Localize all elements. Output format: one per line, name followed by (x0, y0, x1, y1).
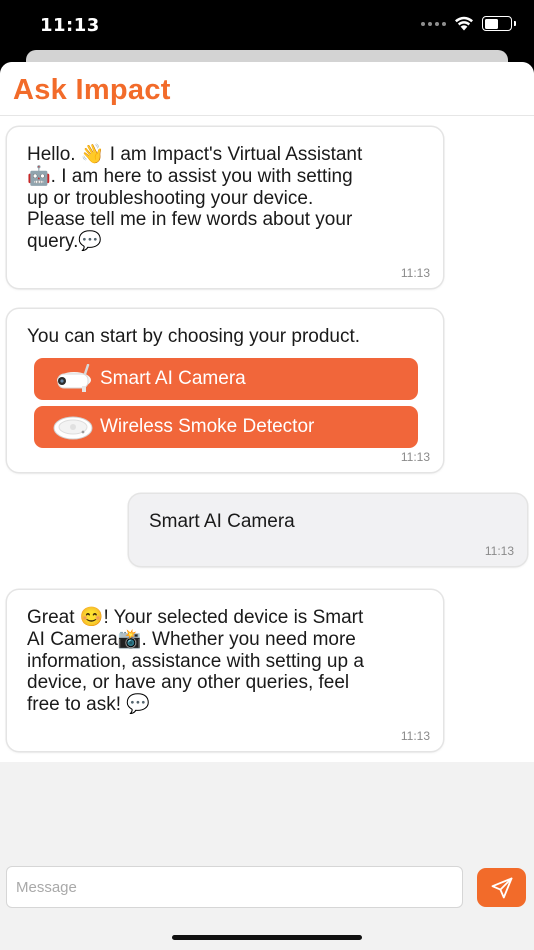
header: Ask Impact (0, 62, 534, 116)
bot-message: You can start by choosing your product. … (7, 309, 443, 472)
message-text: Hello. 👋 I am Impact's Virtual Assistant… (27, 144, 363, 253)
message-text: Smart AI Camera (149, 511, 295, 532)
choose-smart-ai-camera-button[interactable]: Smart AI Camera (34, 358, 418, 400)
camera-icon (57, 364, 91, 392)
choice-label: Wireless Smoke Detector (100, 416, 315, 437)
choice-label: Smart AI Camera (100, 368, 246, 389)
message-timestamp: 11:13 (484, 544, 514, 558)
message-composer (0, 862, 534, 922)
choose-wireless-smoke-detector-button[interactable]: Wireless Smoke Detector (34, 406, 418, 448)
message-timestamp: 11:13 (400, 450, 430, 464)
message-timestamp: 11:13 (400, 266, 430, 280)
send-icon (491, 877, 512, 898)
user-message: Smart AI Camera 11:13 (129, 494, 527, 566)
status-icons (421, 16, 516, 31)
status-bar: 11:13 (0, 0, 534, 50)
status-time: 11:13 (40, 15, 100, 36)
battery-icon (482, 16, 516, 31)
message-input[interactable] (6, 866, 463, 908)
message-text: You can start by choosing your product. (27, 326, 361, 347)
wifi-icon (455, 16, 473, 31)
page-title: Ask Impact (13, 74, 171, 106)
cellular-signal-icon (421, 21, 446, 26)
chat-sheet: Ask Impact Hello. 👋 I am Impact's Virtua… (0, 62, 534, 950)
message-text: Great 😊! Your selected device is Smart A… (27, 607, 364, 716)
bot-message: Hello. 👋 I am Impact's Virtual Assistant… (7, 127, 443, 288)
smoke-detector-icon (53, 416, 93, 440)
chat-messages[interactable]: Hello. 👋 I am Impact's Virtual Assistant… (0, 116, 534, 762)
send-button[interactable] (477, 868, 526, 907)
bot-message: Great 😊! Your selected device is Smart A… (7, 590, 443, 751)
home-indicator[interactable] (172, 935, 362, 940)
message-timestamp: 11:13 (400, 729, 430, 743)
